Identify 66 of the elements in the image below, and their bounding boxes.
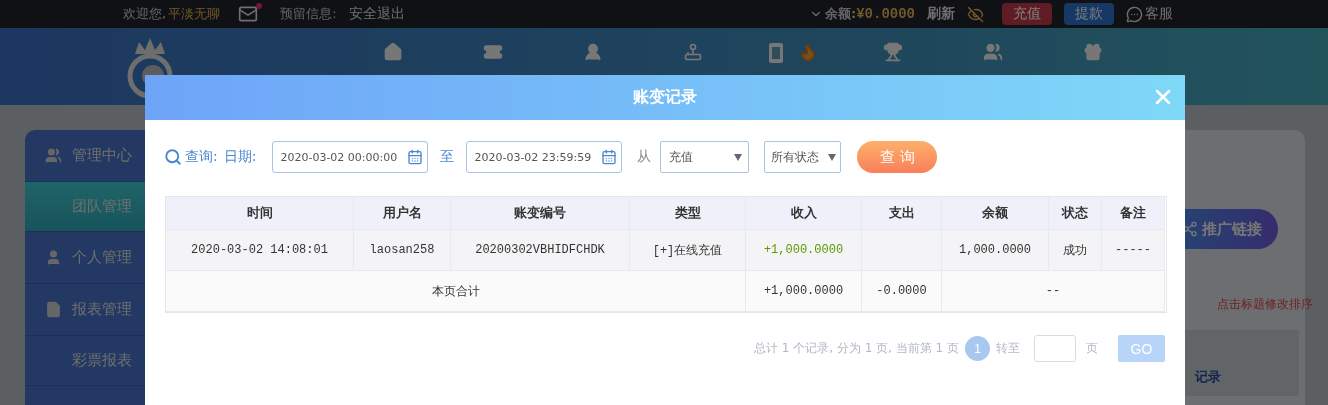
- table-cell: 2020-03-02 14:08:01: [166, 230, 354, 271]
- sort-hint-text: 点击标题修改排序: [1217, 296, 1313, 313]
- column-header: 支出: [862, 197, 942, 230]
- column-header: 状态: [1049, 197, 1102, 230]
- table-cell: +1,000.0000: [746, 230, 862, 271]
- ticket-icon[interactable]: [483, 42, 503, 62]
- calendar-icon[interactable]: [407, 149, 424, 165]
- refresh-link[interactable]: 刷新: [927, 5, 955, 23]
- table-cell: 成功: [1049, 230, 1102, 271]
- user-icon: [45, 249, 62, 266]
- support-link[interactable]: 客服: [1145, 5, 1173, 23]
- people-icon: [45, 147, 62, 164]
- reserved-info-label: 预留信息:: [280, 5, 337, 23]
- page-input[interactable]: [1034, 335, 1076, 362]
- column-header: 类型: [630, 197, 746, 230]
- column-header: 账变编号: [451, 197, 630, 230]
- flame-icon: [798, 42, 818, 62]
- table-cell: +1,000.0000: [746, 271, 862, 312]
- query-button[interactable]: 查 询: [857, 141, 938, 173]
- home-icon[interactable]: [383, 42, 403, 62]
- chat-icon[interactable]: [1126, 5, 1143, 23]
- column-header: 备注: [1102, 197, 1165, 230]
- column-header: 收入: [746, 197, 862, 230]
- tile-icon[interactable]: [768, 42, 784, 64]
- deposit-button[interactable]: 充值: [1002, 3, 1052, 25]
- balance-amount: ¥0.0000: [856, 6, 915, 22]
- document-icon: [45, 301, 62, 318]
- table-cell: laosan258: [354, 230, 451, 271]
- share-icon: [1182, 221, 1198, 237]
- joystick-icon[interactable]: [683, 42, 703, 62]
- search-icon: [164, 148, 182, 166]
- people-icon[interactable]: [983, 42, 1003, 62]
- goto-label: 转至: [996, 340, 1020, 357]
- mail-icon[interactable]: [238, 4, 259, 24]
- column-header: 时间: [166, 197, 354, 230]
- column-header: 余额: [942, 197, 1049, 230]
- to-label: 至: [440, 148, 455, 166]
- username: 平淡无聊: [168, 5, 221, 23]
- column-header: 用户名: [354, 197, 451, 230]
- status-select[interactable]: 所有状态: [764, 141, 842, 173]
- from-label: 从: [637, 148, 652, 166]
- page-unit: 页: [1086, 340, 1098, 357]
- withdraw-button[interactable]: 提款: [1064, 3, 1114, 25]
- table-cell: [+]在线充值: [630, 230, 746, 271]
- gift-icon[interactable]: [1083, 42, 1103, 62]
- pager-summary: 总计 1 个记录, 分为 1 页, 当前第 1 页: [753, 340, 959, 357]
- eye-off-icon[interactable]: [967, 5, 984, 23]
- table-cell: -0.0000: [862, 271, 942, 312]
- table-cell: 1,000.0000: [942, 230, 1049, 271]
- calendar-icon[interactable]: [601, 149, 618, 165]
- total-label: 本页合计: [166, 271, 746, 312]
- table-cell: --: [942, 271, 1165, 312]
- start-date-field[interactable]: 2020-03-02 00:00:00: [272, 141, 429, 173]
- balance-label: 余额:: [825, 5, 857, 23]
- table-cell: -----: [1102, 230, 1165, 271]
- welcome-text: 欢迎您,: [123, 5, 167, 23]
- type-select[interactable]: 充值: [660, 141, 750, 173]
- logout-link[interactable]: 安全退出: [348, 5, 405, 23]
- date-label: 日期:: [223, 148, 257, 166]
- trophy-icon[interactable]: [883, 42, 903, 62]
- table-cell: 20200302VBHIDFCHDK: [451, 230, 630, 271]
- query-label: 查询:: [185, 148, 218, 166]
- end-date-field[interactable]: 2020-03-02 23:59:59: [466, 141, 623, 173]
- dialog-title: 账变记录: [633, 87, 697, 108]
- record-link[interactable]: 记录: [1195, 368, 1221, 386]
- person-icon[interactable]: [583, 42, 603, 62]
